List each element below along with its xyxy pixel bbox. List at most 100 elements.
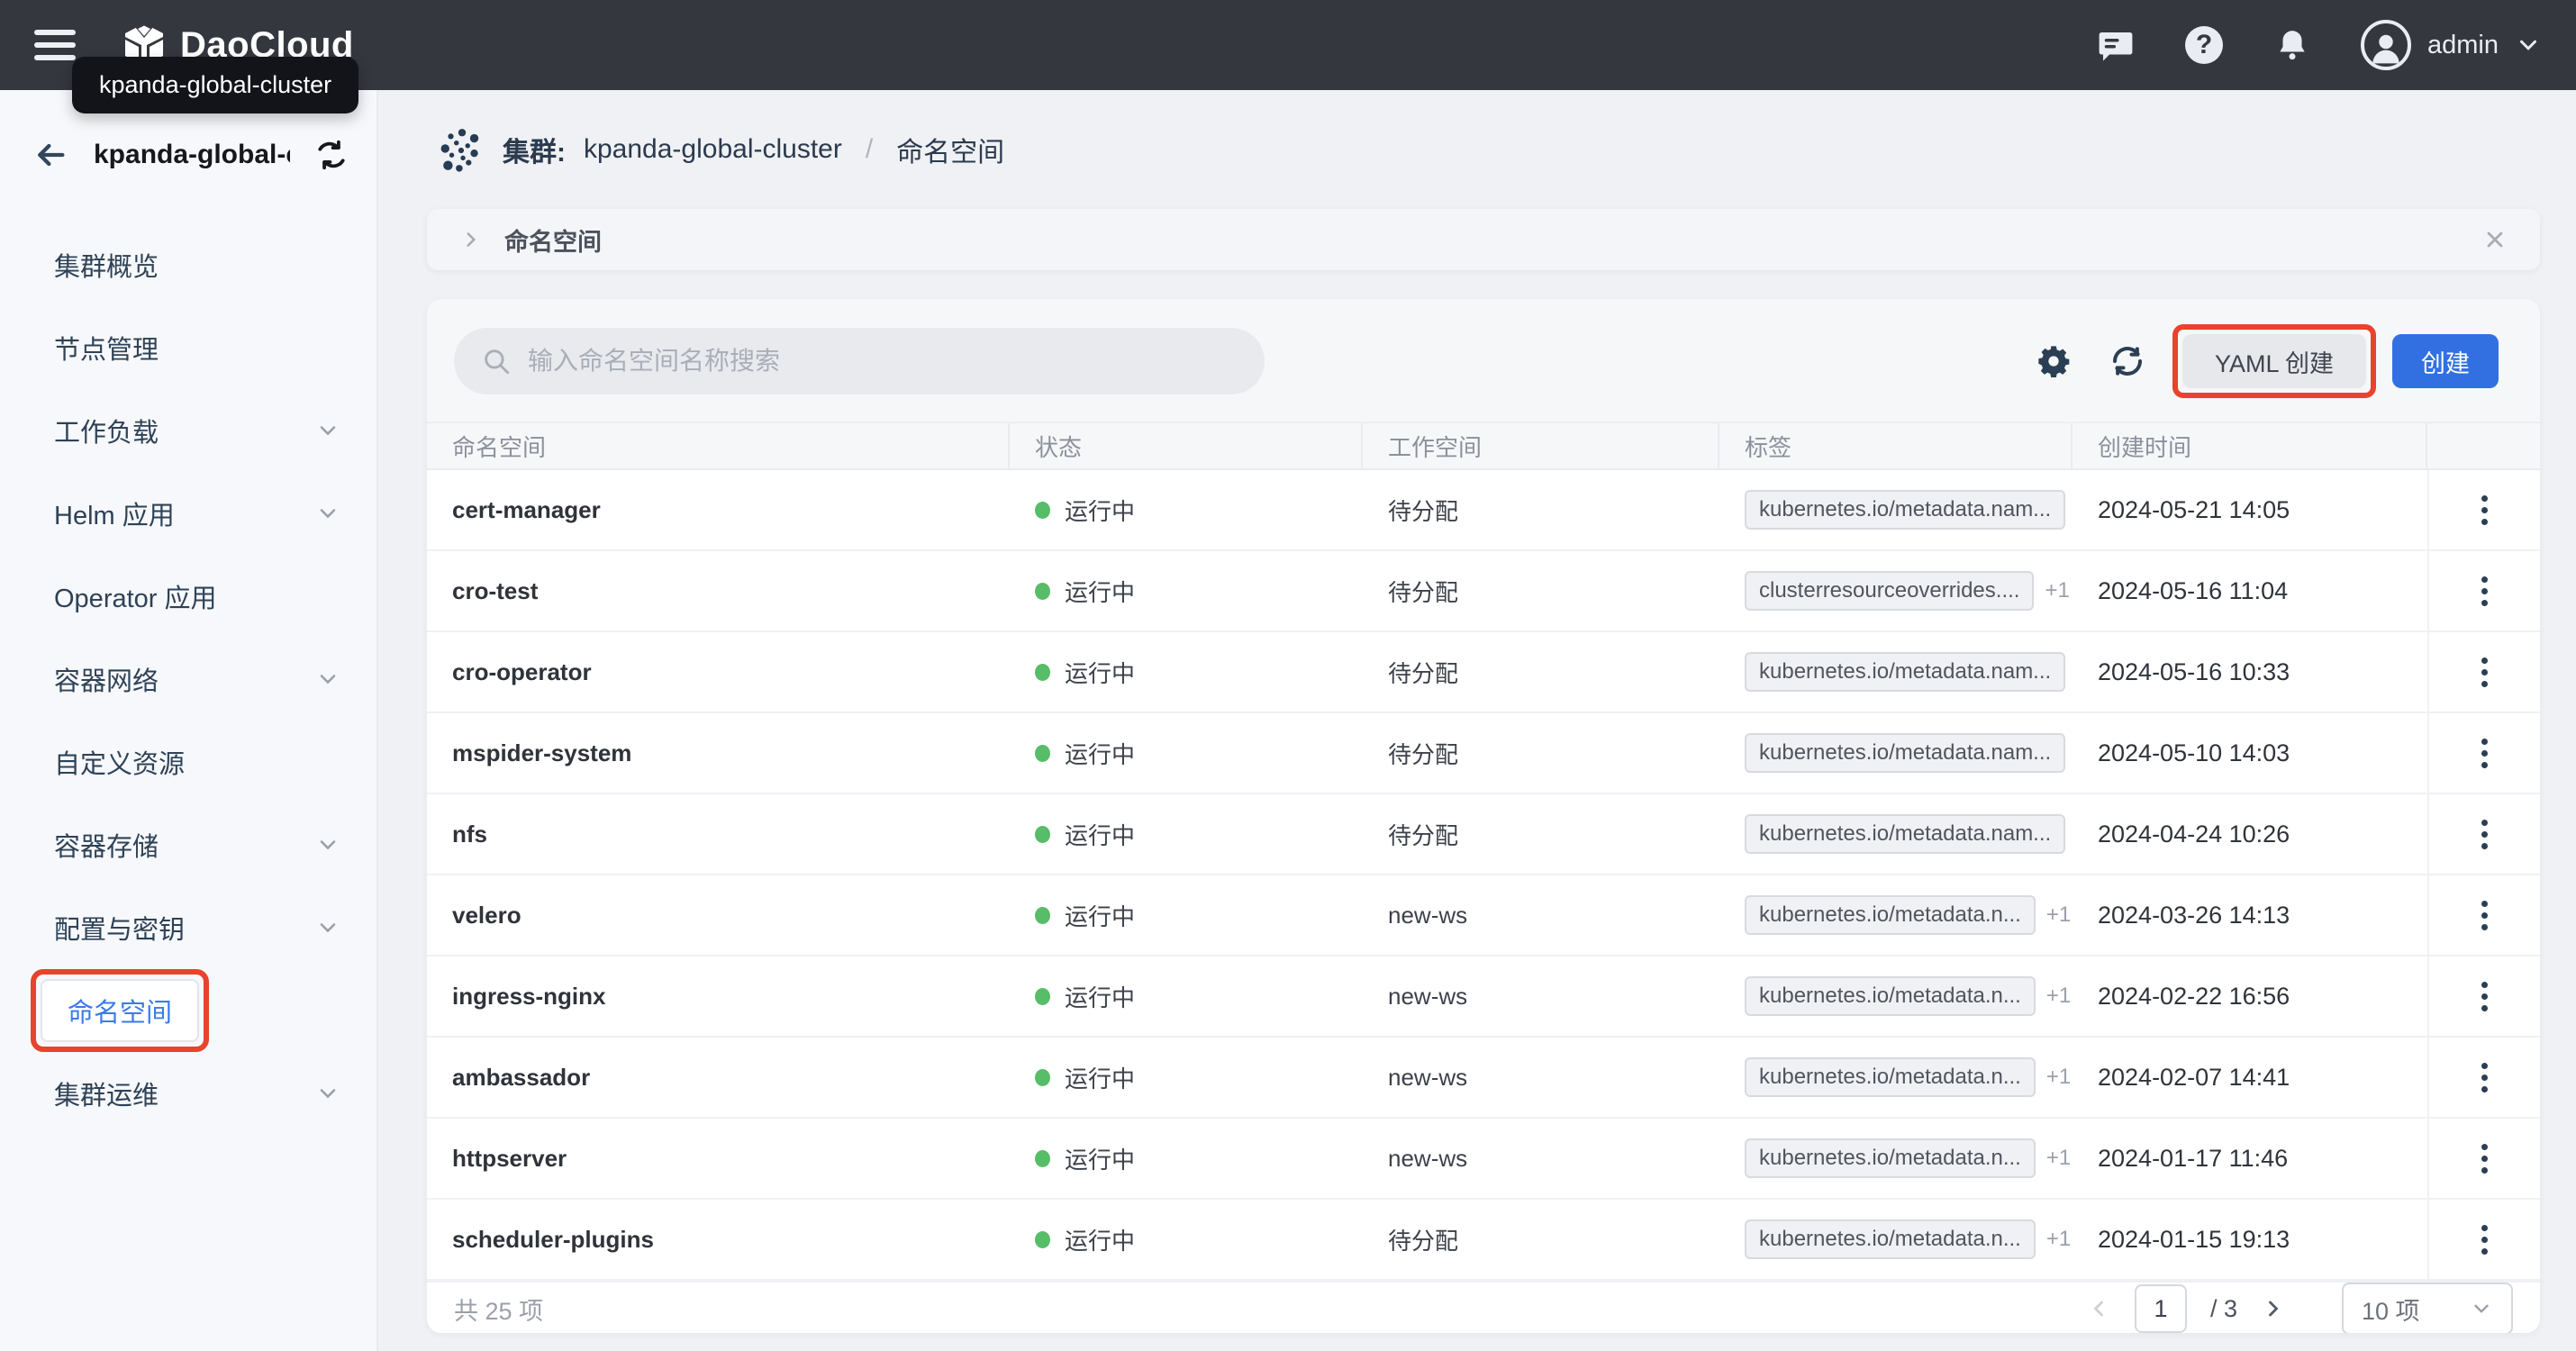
sidebar-item-Operator 应用[interactable]: Operator 应用 bbox=[0, 555, 376, 638]
namespace-name[interactable]: httpserver bbox=[427, 1119, 1010, 1198]
kebab-menu-icon[interactable] bbox=[2472, 648, 2497, 696]
namespace-name[interactable]: ingress-nginx bbox=[427, 957, 1010, 1036]
page-number-input[interactable] bbox=[2135, 1284, 2187, 1333]
namespace-labels: kubernetes.io/metadata.nam... bbox=[1719, 794, 2073, 874]
namespace-created: 2024-05-21 14:05 bbox=[2073, 470, 2427, 549]
kebab-menu-icon[interactable] bbox=[2472, 1135, 2497, 1183]
row-actions bbox=[2427, 875, 2540, 955]
sidebar-item-label: 节点管理 bbox=[54, 329, 159, 367]
next-page-icon[interactable] bbox=[2261, 1296, 2286, 1321]
sidebar-item-节点管理[interactable]: 节点管理 bbox=[0, 306, 376, 389]
col-created: 创建时间 bbox=[2073, 423, 2427, 468]
namespace-name[interactable]: cro-test bbox=[427, 551, 1010, 630]
namespace-name[interactable]: mspider-system bbox=[427, 713, 1010, 793]
sidebar-item-自定义资源[interactable]: 自定义资源 bbox=[0, 721, 376, 803]
sidebar-item-配置与密钥[interactable]: 配置与密钥 bbox=[0, 886, 376, 969]
row-actions bbox=[2427, 713, 2540, 793]
namespace-name[interactable]: nfs bbox=[427, 794, 1010, 874]
namespace-name[interactable]: cert-manager bbox=[427, 470, 1010, 549]
create-button[interactable]: 创建 bbox=[2392, 334, 2499, 388]
active-item-annotation: 命名空间 bbox=[31, 969, 209, 1052]
yaml-create-button[interactable]: YAML 创建 bbox=[2182, 334, 2366, 388]
sidebar-item-label: 容器网络 bbox=[54, 660, 159, 698]
namespace-name[interactable]: ambassador bbox=[427, 1038, 1010, 1117]
namespace-workspace: new-ws bbox=[1363, 1119, 1719, 1198]
namespace-labels: kubernetes.io/metadata.nam... bbox=[1719, 470, 2073, 549]
namespace-created: 2024-02-22 16:56 bbox=[2073, 957, 2427, 1036]
page-total: / 3 bbox=[2210, 1295, 2237, 1323]
namespace-status: 运行中 bbox=[1010, 875, 1363, 955]
sidebar-item-命名空间[interactable]: 命名空间 bbox=[0, 969, 376, 1052]
namespace-labels: kubernetes.io/metadata.nam... bbox=[1719, 713, 2073, 793]
kebab-menu-icon[interactable] bbox=[2472, 486, 2497, 534]
page-size-select[interactable]: 10 项 bbox=[2342, 1283, 2513, 1333]
kebab-menu-icon[interactable] bbox=[2472, 892, 2497, 939]
switch-cluster-icon[interactable] bbox=[313, 138, 349, 172]
back-arrow-icon[interactable] bbox=[31, 137, 70, 173]
sidebar-item-Helm 应用[interactable]: Helm 应用 bbox=[0, 472, 376, 555]
label-extra-count: +1 bbox=[2046, 1227, 2071, 1252]
namespace-created: 2024-03-26 14:13 bbox=[2073, 875, 2427, 955]
breadcrumb: 集群: kpanda-global-cluster / 命名空间 bbox=[427, 90, 2540, 209]
kebab-menu-icon[interactable] bbox=[2472, 730, 2497, 777]
namespace-card: YAML 创建 创建 命名空间 状态 工作空间 标签 创建时间 cert-man… bbox=[427, 299, 2540, 1333]
status-dot bbox=[1035, 1150, 1050, 1167]
sidebar-item-工作负载[interactable]: 工作负载 bbox=[0, 389, 376, 472]
sidebar-item-集群概览[interactable]: 集群概览 bbox=[0, 223, 376, 306]
namespace-created: 2024-05-16 10:33 bbox=[2073, 632, 2427, 712]
notification-bell-icon[interactable] bbox=[2272, 25, 2312, 65]
namespace-labels: kubernetes.io/metadata.n...+1 bbox=[1719, 1038, 2073, 1117]
namespace-created: 2024-01-15 19:13 bbox=[2073, 1200, 2427, 1279]
label-chip: kubernetes.io/metadata.nam... bbox=[1745, 490, 2065, 530]
table-row: cro-operator 运行中 待分配 kubernetes.io/metad… bbox=[427, 632, 2540, 713]
pagination: / 3 10 项 bbox=[2086, 1283, 2513, 1333]
col-namespace: 命名空间 bbox=[427, 423, 1010, 468]
namespace-workspace: 待分配 bbox=[1363, 551, 1719, 630]
sidebar: kpanda-global-cl... 集群概览 节点管理 工作负载 bbox=[0, 90, 378, 1351]
sidebar-item-容器存储[interactable]: 容器存储 bbox=[0, 803, 376, 886]
namespace-created: 2024-01-17 11:46 bbox=[2073, 1119, 2427, 1198]
sidebar-item-容器网络[interactable]: 容器网络 bbox=[0, 638, 376, 721]
search-input[interactable] bbox=[528, 347, 1238, 376]
row-actions bbox=[2427, 632, 2540, 712]
sidebar-item-集群运维[interactable]: 集群运维 bbox=[0, 1052, 376, 1135]
namespace-workspace: 待分配 bbox=[1363, 632, 1719, 712]
label-extra-count: +1 bbox=[2046, 984, 2071, 1009]
namespace-workspace: 待分配 bbox=[1363, 470, 1719, 549]
menu-toggle-icon[interactable] bbox=[34, 30, 76, 60]
refresh-icon[interactable] bbox=[2106, 340, 2149, 383]
close-icon[interactable] bbox=[2482, 227, 2508, 252]
namespace-status: 运行中 bbox=[1010, 1119, 1363, 1198]
row-actions bbox=[2427, 551, 2540, 630]
col-labels: 标签 bbox=[1719, 423, 2073, 468]
kebab-menu-icon[interactable] bbox=[2472, 567, 2497, 615]
panel-header[interactable]: 命名空间 bbox=[427, 209, 2540, 270]
prev-page-icon[interactable] bbox=[2086, 1296, 2111, 1321]
chevron-down-icon bbox=[315, 1081, 340, 1106]
toolbar: YAML 创建 创建 bbox=[427, 299, 2540, 422]
namespace-name[interactable]: cro-operator bbox=[427, 632, 1010, 712]
user-menu[interactable]: admin bbox=[2361, 20, 2542, 70]
kebab-menu-icon[interactable] bbox=[2472, 1054, 2497, 1102]
namespace-name[interactable]: velero bbox=[427, 875, 1010, 955]
status-dot bbox=[1035, 502, 1050, 519]
breadcrumb-cluster[interactable]: kpanda-global-cluster bbox=[584, 134, 842, 165]
label-chip: kubernetes.io/metadata.nam... bbox=[1745, 733, 2065, 773]
chevron-down-icon bbox=[315, 666, 340, 692]
table-row: velero 运行中 new-ws kubernetes.io/metadata… bbox=[427, 875, 2540, 957]
label-chip: kubernetes.io/metadata.n... bbox=[1745, 895, 2036, 935]
kebab-menu-icon[interactable] bbox=[2472, 1216, 2497, 1264]
help-icon[interactable]: ? bbox=[2184, 25, 2224, 65]
sidebar-item-label: 容器存储 bbox=[54, 826, 159, 864]
message-icon[interactable] bbox=[2096, 25, 2136, 65]
settings-gear-icon[interactable] bbox=[2032, 340, 2075, 383]
kebab-menu-icon[interactable] bbox=[2472, 973, 2497, 1020]
namespace-status: 运行中 bbox=[1010, 794, 1363, 874]
kebab-menu-icon[interactable] bbox=[2472, 811, 2497, 858]
sidebar-cluster-name[interactable]: kpanda-global-cl... bbox=[94, 140, 290, 170]
status-dot bbox=[1035, 1231, 1050, 1248]
label-chip: kubernetes.io/metadata.nam... bbox=[1745, 652, 2065, 692]
chevron-down-icon bbox=[2515, 32, 2542, 59]
table-row: cert-manager 运行中 待分配 kubernetes.io/metad… bbox=[427, 470, 2540, 551]
namespace-name[interactable]: scheduler-plugins bbox=[427, 1200, 1010, 1279]
